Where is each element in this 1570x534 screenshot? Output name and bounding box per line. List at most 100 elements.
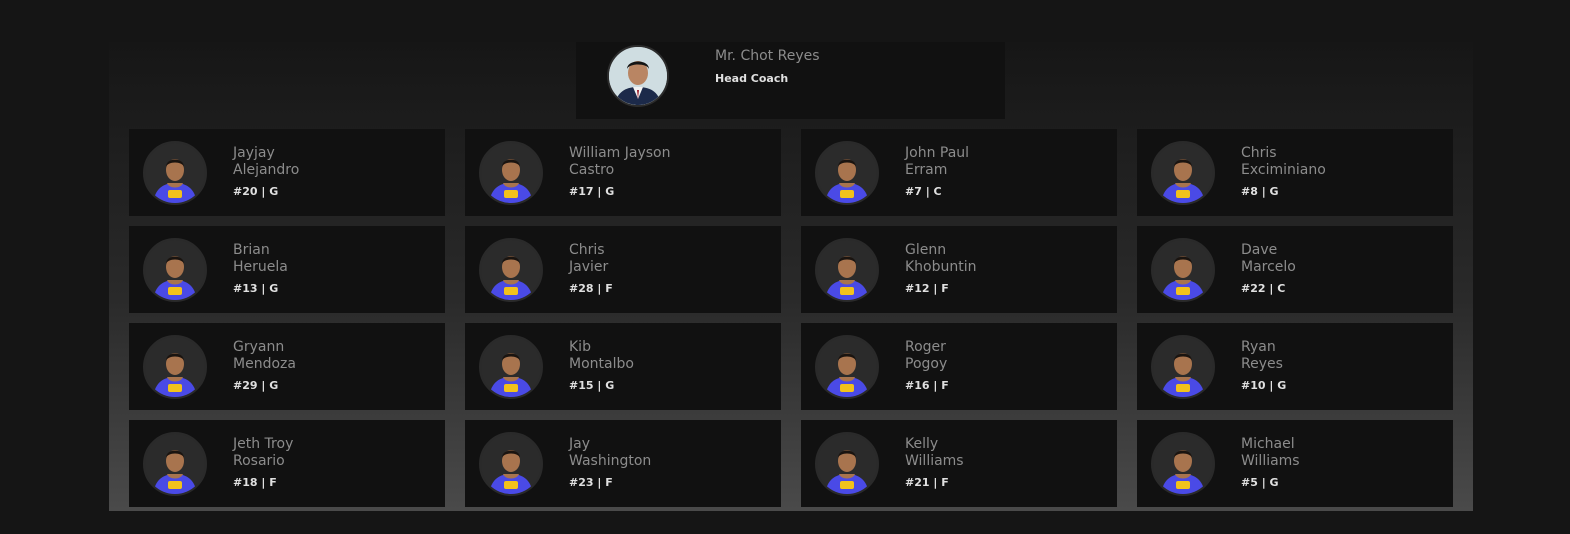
player-name: Kelly Williams [905,436,964,470]
player-number-position: #10 | G [1241,379,1287,392]
player-last-name: Alejandro [233,162,300,178]
player-last-name: Castro [569,162,615,178]
player-portrait-icon [817,337,877,397]
player-first-name: Brian [233,242,270,258]
player-first-name: Roger [905,339,946,355]
player-card[interactable]: Michael Williams #5 | G [1137,420,1453,507]
player-portrait-icon [145,337,205,397]
player-avatar [479,238,543,302]
player-card[interactable]: Kib Montalbo #15 | G [465,323,781,410]
coach-role: Head Coach [715,72,789,85]
player-portrait-icon [817,240,877,300]
player-last-name: Khobuntin [905,259,977,275]
player-first-name: Jeth Troy [233,436,294,452]
player-last-name: Exciminiano [1241,162,1326,178]
player-name: Chris Javier [569,242,608,276]
player-first-name: Dave [1241,242,1278,258]
player-card[interactable]: John Paul Erram #7 | C [801,129,1117,216]
player-number-position: #29 | G [233,379,279,392]
player-card[interactable]: Brian Heruela #13 | G [129,226,445,313]
player-card[interactable]: Chris Exciminiano #8 | G [1137,129,1453,216]
player-first-name: Kib [569,339,591,355]
player-avatar [143,238,207,302]
player-name: Roger Pogoy [905,339,947,373]
player-portrait-icon [145,434,205,494]
player-name: Jay Washington [569,436,651,470]
player-name: William Jayson Castro [569,145,671,179]
player-first-name: Chris [569,242,605,258]
player-number-position: #12 | F [905,282,949,295]
player-last-name: Mendoza [233,356,296,372]
player-avatar [143,141,207,205]
player-first-name: William Jayson [569,145,671,161]
player-number-position: #5 | G [1241,476,1279,489]
player-card[interactable]: Jay Washington #23 | F [465,420,781,507]
player-last-name: Heruela [233,259,288,275]
player-portrait-icon [817,143,877,203]
player-card[interactable]: Gryann Mendoza #29 | G [129,323,445,410]
player-name: Jayjay Alejandro [233,145,299,179]
player-last-name: Erram [905,162,948,178]
player-card[interactable]: Jeth Troy Rosario #18 | F [129,420,445,507]
player-name: John Paul Erram [905,145,969,179]
player-number-position: #15 | G [569,379,615,392]
player-name: Michael Williams [1241,436,1300,470]
player-number-position: #13 | G [233,282,279,295]
player-portrait-icon [481,337,541,397]
player-number-position: #22 | C [1241,282,1286,295]
player-number-position: #20 | G [233,185,279,198]
player-last-name: Pogoy [905,356,948,372]
player-avatar [479,335,543,399]
player-number-position: #8 | G [1241,185,1279,198]
player-avatar [815,141,879,205]
player-number-position: #18 | F [233,476,277,489]
coach-name: Mr. Chot Reyes [715,48,820,64]
player-avatar [1151,432,1215,496]
player-name: Ryan Reyes [1241,339,1283,373]
player-card[interactable]: Roger Pogoy #16 | F [801,323,1117,410]
player-avatar [479,432,543,496]
player-last-name: Washington [569,453,652,469]
player-first-name: Chris [1241,145,1277,161]
player-card[interactable]: William Jayson Castro #17 | G [465,129,781,216]
player-avatar [815,238,879,302]
player-first-name: Jayjay [233,145,275,161]
player-avatar [479,141,543,205]
player-name: Kib Montalbo [569,339,634,373]
player-first-name: John Paul [905,145,970,161]
player-card[interactable]: Dave Marcelo #22 | C [1137,226,1453,313]
player-card[interactable]: Glenn Khobuntin #12 | F [801,226,1117,313]
player-avatar [815,335,879,399]
player-last-name: Reyes [1241,356,1283,372]
player-last-name: Marcelo [1241,259,1296,275]
player-first-name: Jay [569,436,590,452]
player-name: Dave Marcelo [1241,242,1296,276]
coach-avatar [607,45,669,107]
player-first-name: Kelly [905,436,939,452]
player-last-name: Williams [905,453,964,469]
player-number-position: #17 | G [569,185,615,198]
player-first-name: Gryann [233,339,285,355]
player-portrait-icon [1153,143,1213,203]
coach-card[interactable]: Mr. Chot Reyes Head Coach [576,42,1005,119]
player-last-name: Rosario [233,453,285,469]
player-name: Chris Exciminiano [1241,145,1326,179]
player-name: Brian Heruela [233,242,288,276]
player-avatar [143,335,207,399]
player-card[interactable]: Ryan Reyes #10 | G [1137,323,1453,410]
player-first-name: Glenn [905,242,947,258]
player-portrait-icon [1153,434,1213,494]
player-portrait-icon [481,240,541,300]
player-avatar [1151,335,1215,399]
player-number-position: #21 | F [905,476,949,489]
player-card[interactable]: Jayjay Alejandro #20 | G [129,129,445,216]
player-card[interactable]: Kelly Williams #21 | F [801,420,1117,507]
player-last-name: Williams [1241,453,1300,469]
player-portrait-icon [481,434,541,494]
player-portrait-icon [481,143,541,203]
player-last-name: Montalbo [569,356,634,372]
player-first-name: Michael [1241,436,1295,452]
player-card[interactable]: Chris Javier #28 | F [465,226,781,313]
player-avatar [1151,238,1215,302]
player-portrait-icon [817,434,877,494]
